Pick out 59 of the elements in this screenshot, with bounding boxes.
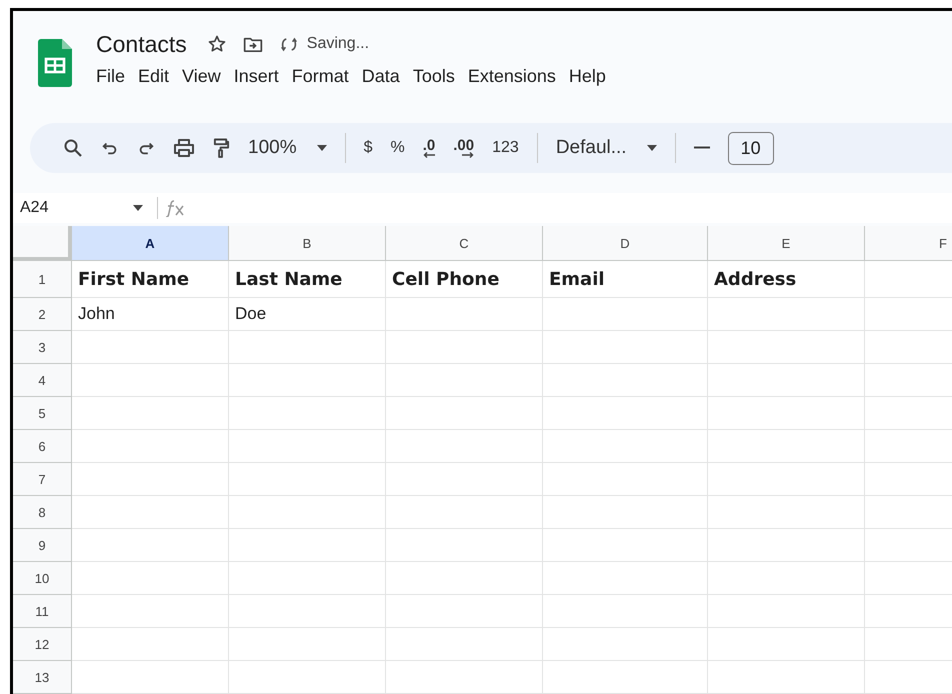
document-title[interactable]: Contacts xyxy=(96,30,187,58)
name-box[interactable]: A24 xyxy=(13,199,133,217)
arrow-icon xyxy=(423,152,436,158)
table-cell: John xyxy=(72,298,229,331)
decrease-decimal-button[interactable]: .0 xyxy=(422,138,436,158)
menu-item[interactable]: Insert xyxy=(234,66,279,87)
column-header[interactable]: A xyxy=(72,226,229,261)
row-header[interactable]: 1 xyxy=(13,261,72,298)
menu-item[interactable]: Edit xyxy=(138,66,170,87)
column-header[interactable]: B xyxy=(229,226,386,261)
arrow-icon xyxy=(462,152,474,158)
row-header[interactable]: 9 xyxy=(13,529,72,562)
row-header[interactable]: 6 xyxy=(13,430,72,463)
row-header[interactable]: 8 xyxy=(13,496,72,529)
row-header[interactable]: 3 xyxy=(13,331,72,364)
table-cell: Last Name xyxy=(229,261,386,298)
increase-decimal-button[interactable]: .00 xyxy=(453,138,474,158)
spreadsheet-logo-icon[interactable] xyxy=(38,39,72,87)
table-cell: Cell Phone xyxy=(386,261,543,298)
caret-icon xyxy=(646,145,657,151)
table-cell: Address xyxy=(708,261,865,298)
menu-item[interactable]: Data xyxy=(362,66,400,87)
menu-item[interactable]: Format xyxy=(292,66,349,87)
menu-item[interactable]: Help xyxy=(568,66,606,87)
font-size-field[interactable]: 10 xyxy=(728,132,774,164)
format-button[interactable]: % xyxy=(390,139,405,157)
search-icon[interactable] xyxy=(63,138,83,158)
row-header[interactable]: 12 xyxy=(13,628,72,661)
row-header[interactable]: 13 xyxy=(13,661,72,694)
menu-item[interactable]: Tools xyxy=(412,66,455,87)
star-icon[interactable] xyxy=(206,34,227,54)
table-cell: Email xyxy=(543,261,708,298)
format-button[interactable]: $ xyxy=(364,139,373,157)
column-header[interactable]: C xyxy=(386,226,543,261)
move-folder-icon[interactable] xyxy=(242,36,263,52)
row-header[interactable]: 5 xyxy=(13,397,72,430)
column-header[interactable]: F xyxy=(865,226,952,261)
row-header[interactable]: 11 xyxy=(13,595,72,628)
paint-format-icon[interactable] xyxy=(213,137,230,159)
menu-item[interactable]: File xyxy=(96,66,126,87)
print-icon[interactable] xyxy=(173,138,195,158)
row-header[interactable]: 2 xyxy=(13,298,72,331)
format-button[interactable]: 123 xyxy=(492,139,519,157)
row-header[interactable]: 7 xyxy=(13,463,72,496)
saving-status: Saving... xyxy=(306,35,370,53)
minus-icon[interactable] xyxy=(694,146,710,150)
table-cell: First Name xyxy=(72,261,229,298)
sync-icon xyxy=(278,36,299,52)
table-cell: Doe xyxy=(229,298,386,331)
column-header[interactable]: E xyxy=(708,226,865,261)
row-header[interactable]: 10 xyxy=(13,562,72,595)
caret-icon xyxy=(316,145,327,151)
menu-item[interactable]: Extensions xyxy=(468,66,556,87)
caret-icon[interactable] xyxy=(133,205,143,211)
menu-item[interactable]: View xyxy=(182,66,221,87)
column-header[interactable]: D xyxy=(543,226,708,261)
toolbar-dropdown[interactable]: Defaul... xyxy=(556,137,657,159)
row-header[interactable]: 4 xyxy=(13,364,72,397)
toolbar-dropdown[interactable]: 100% xyxy=(248,137,327,159)
